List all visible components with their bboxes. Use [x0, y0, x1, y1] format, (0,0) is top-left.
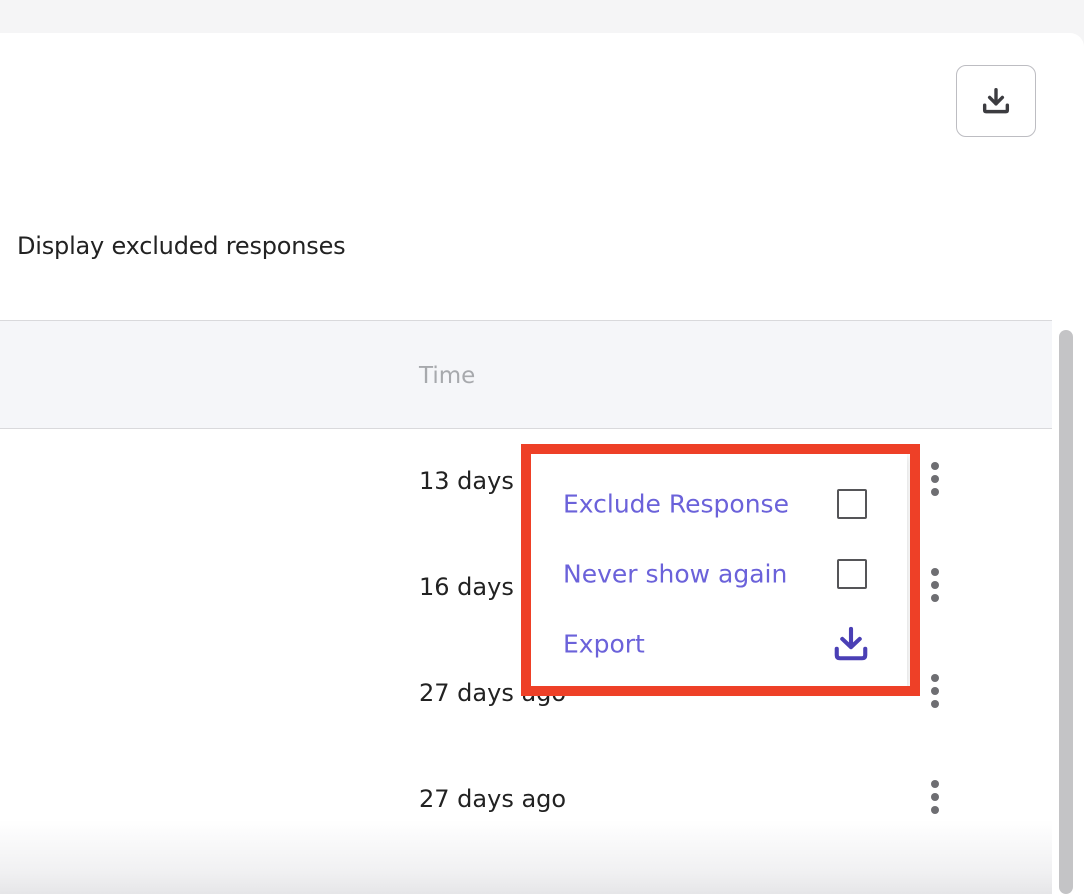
- row-actions-button[interactable]: [922, 459, 948, 499]
- row-actions-button[interactable]: [922, 671, 948, 711]
- row-actions-button[interactable]: [922, 565, 948, 605]
- exclude-response-checkbox[interactable]: [837, 489, 867, 519]
- menu-item-never-show-again[interactable]: Never show again: [531, 539, 907, 609]
- download-icon: [982, 87, 1010, 114]
- kebab-menu-icon: [931, 674, 939, 708]
- scrollbar-thumb[interactable]: [1059, 330, 1073, 894]
- table-header: Time: [0, 320, 1052, 429]
- never-show-again-checkbox[interactable]: [837, 559, 867, 589]
- kebab-menu-icon: [931, 462, 939, 496]
- export-download-icon[interactable]: [830, 624, 872, 664]
- table-row[interactable]: 27 days ago: [0, 747, 1052, 853]
- menu-item-exclude-response[interactable]: Exclude Response: [531, 469, 907, 539]
- column-header-time[interactable]: Time: [419, 363, 475, 389]
- row-time: 27 days ago: [419, 785, 567, 813]
- export-all-button[interactable]: [956, 65, 1036, 137]
- menu-item-label: Never show again: [563, 559, 788, 589]
- responses-page: Display excluded responses Time 13 days …: [0, 0, 1084, 894]
- kebab-menu-icon: [931, 568, 939, 602]
- menu-item-export[interactable]: Export: [531, 609, 907, 679]
- row-actions-button[interactable]: [922, 777, 948, 817]
- menu-item-label: Export: [563, 629, 645, 659]
- download-icon: [834, 626, 868, 661]
- display-excluded-responses-label[interactable]: Display excluded responses: [17, 232, 346, 260]
- row-context-menu: Exclude Response Never show again Export: [531, 454, 907, 686]
- menu-item-label: Exclude Response: [563, 489, 789, 519]
- kebab-menu-icon: [931, 780, 939, 814]
